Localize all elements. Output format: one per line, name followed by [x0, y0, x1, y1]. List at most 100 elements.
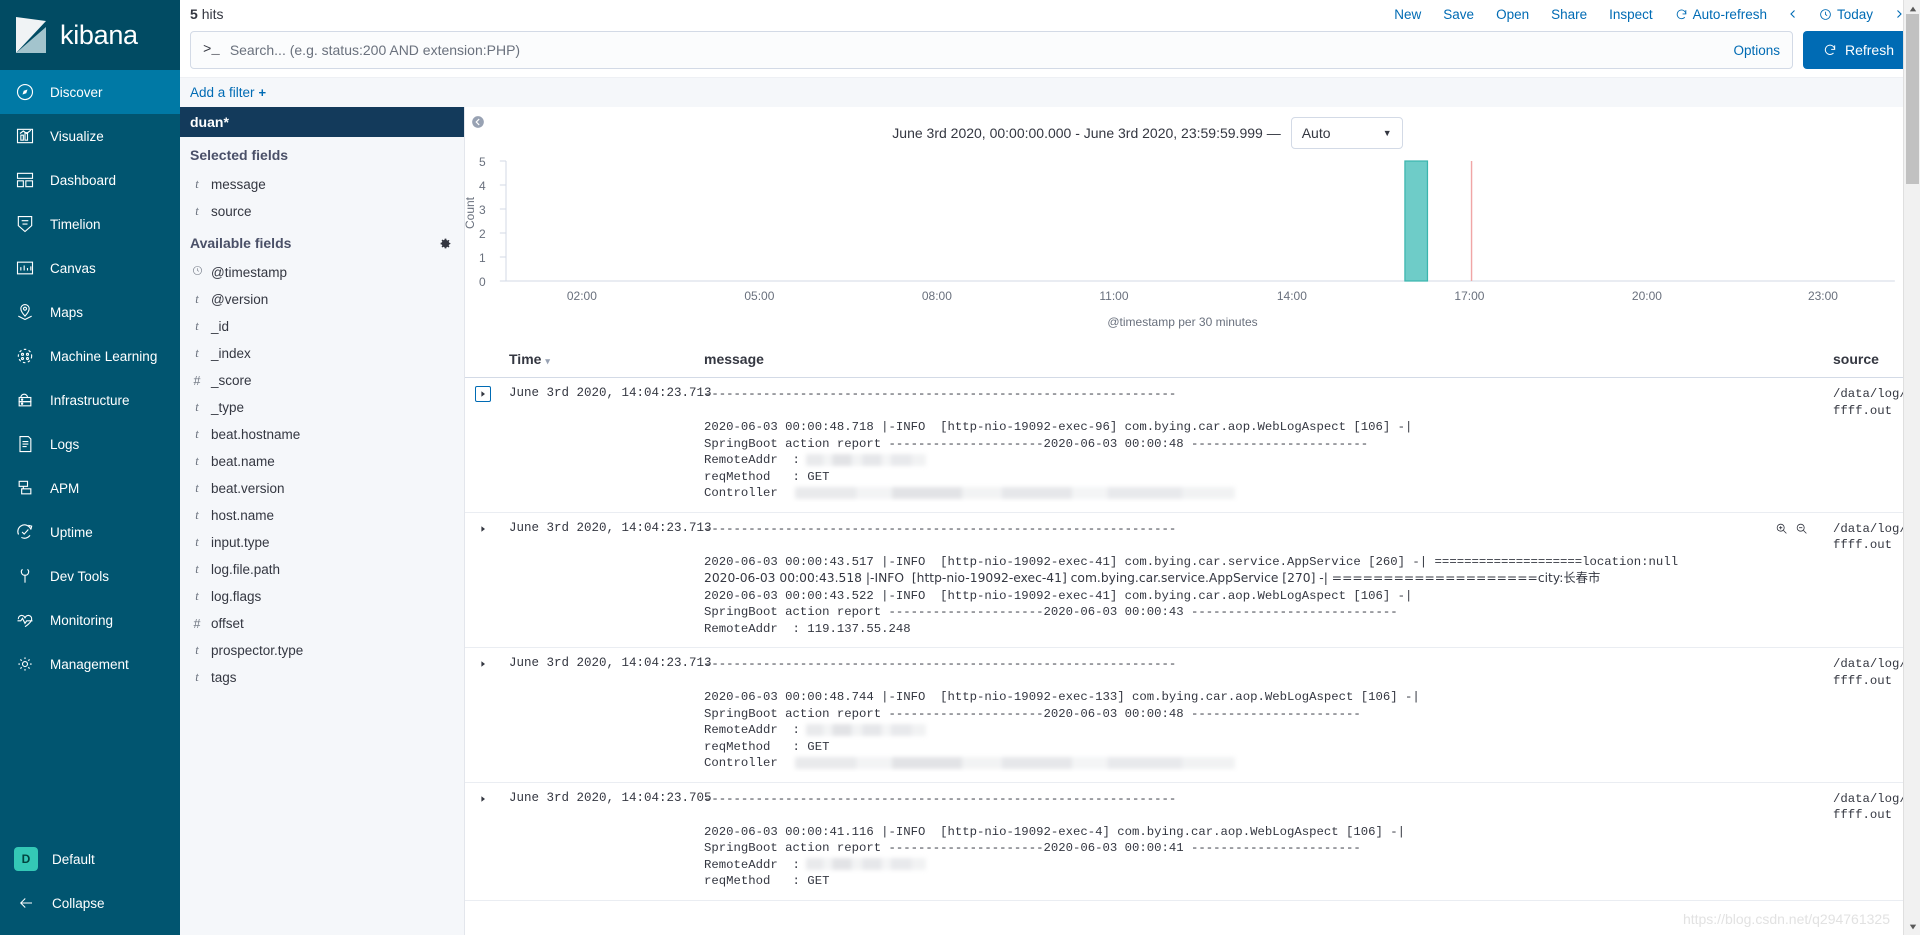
histogram-chart[interactable]: Count 5 4 3 2 1 0 02:00 05:00 08:00 11:0… — [465, 153, 1920, 313]
collapse-button[interactable]: Collapse — [0, 881, 180, 925]
sidebar-item-label: Uptime — [50, 524, 93, 540]
sidebar-item-label: Logs — [50, 436, 80, 452]
field-item-type[interactable]: t _type — [180, 394, 464, 421]
table-row[interactable]: June 3rd 2020, 14:04:23.705 ------------… — [465, 782, 1920, 901]
sidebar-item-infrastructure[interactable]: Infrastructure — [0, 378, 180, 422]
table-row[interactable]: June 3rd 2020, 14:04:23.713 ------------… — [465, 377, 1920, 513]
chevron-down-icon: ▼ — [1382, 128, 1392, 138]
field-item-beat-name[interactable]: t beat.name — [180, 448, 464, 475]
interval-select[interactable]: Auto ▼ — [1290, 117, 1403, 149]
field-item-input-type[interactable]: t input.type — [180, 529, 464, 556]
share-button[interactable]: Share — [1540, 7, 1598, 22]
field-item-log-flags[interactable]: t log.flags — [180, 583, 464, 610]
sidebar-item-management[interactable]: Management — [0, 642, 180, 686]
sort-caret-icon[interactable]: ▾ — [545, 356, 550, 366]
kibana-brand[interactable]: kibana — [0, 0, 180, 70]
chevron-left-circle-icon[interactable] — [471, 115, 485, 132]
auto-refresh-button[interactable]: Auto-refresh — [1664, 7, 1778, 22]
expand-row-button[interactable] — [475, 520, 491, 537]
table-header-row: Time ▾ message source — [465, 345, 1920, 378]
new-button[interactable]: New — [1383, 7, 1432, 22]
sidebar-item-logs[interactable]: Logs — [0, 422, 180, 466]
sidebar-item-maps[interactable]: Maps — [0, 290, 180, 334]
refresh-cycle-icon — [1676, 9, 1686, 19]
histogram-header: June 3rd 2020, 00:00:00.000 - June 3rd 2… — [465, 107, 1920, 153]
search-input[interactable] — [229, 42, 1734, 58]
field-item-tags[interactable]: t tags — [180, 664, 464, 691]
sidebar-item-uptime[interactable]: Uptime — [0, 510, 180, 554]
refresh-button[interactable]: Refresh — [1802, 31, 1914, 69]
gear-icon — [14, 653, 36, 675]
sidebar-item-visualize[interactable]: Visualize — [0, 114, 180, 158]
discover-topbar: 5 hits New Save Open Share Inspect Auto-… — [180, 0, 1920, 28]
field-item-index[interactable]: t _index — [180, 340, 464, 367]
field-settings-gear-icon[interactable] — [439, 237, 452, 250]
space-selector[interactable]: D Default — [0, 837, 180, 881]
save-button[interactable]: Save — [1432, 7, 1485, 22]
scrollbar-thumb[interactable] — [1906, 14, 1919, 184]
sidebar-item-label: Dev Tools — [50, 568, 110, 584]
add-filter-button[interactable]: Add a filter + — [190, 85, 266, 100]
field-item-log-file-path[interactable]: t log.file.path — [180, 556, 464, 583]
row-source-text: /data/log/ffff.out — [1833, 521, 1907, 553]
table-row[interactable]: June 3rd 2020, 14:04:23.713 ------------… — [465, 512, 1920, 648]
time-prev-button[interactable] — [1778, 8, 1808, 20]
redacted-value — [805, 723, 926, 736]
field-item-source[interactable]: t source — [180, 198, 464, 225]
sidebar-item-discover[interactable]: Discover — [0, 70, 180, 114]
sidebar-item-machine-learning[interactable]: Machine Learning — [0, 334, 180, 378]
sidebar-item-monitoring[interactable]: Monitoring — [0, 598, 180, 642]
string-type-icon: t — [195, 177, 199, 191]
string-type-icon: t — [195, 346, 199, 360]
field-item-beat-hostname[interactable]: t beat.hostname — [180, 421, 464, 448]
field-item-offset[interactable]: # offset — [180, 610, 464, 637]
field-item-host-name[interactable]: t host.name — [180, 502, 464, 529]
field-item-id[interactable]: t _id — [180, 313, 464, 340]
expand-row-button[interactable] — [475, 790, 491, 807]
sidebar-item-canvas[interactable]: Canvas — [0, 246, 180, 290]
kibana-app: kibana Discover Visualize Dashboard Time… — [0, 0, 1920, 935]
sidebar-item-timelion[interactable]: Timelion — [0, 202, 180, 246]
options-button[interactable]: Options — [1733, 43, 1780, 58]
field-item-beat-version[interactable]: t beat.version — [180, 475, 464, 502]
field-item-prospector-type[interactable]: t prospector.type — [180, 637, 464, 664]
inspect-button[interactable]: Inspect — [1598, 7, 1664, 22]
field-item-version[interactable]: t @version — [180, 286, 464, 313]
string-type-icon: t — [195, 204, 199, 218]
field-item-timestamp[interactable]: @timestamp — [180, 259, 464, 286]
field-sidebar: duan* Selected fields t message t source — [180, 107, 465, 935]
brand-name: kibana — [60, 19, 138, 50]
sidebar-item-apm[interactable]: APM — [0, 466, 180, 510]
search-bar[interactable]: >_ Options — [190, 31, 1793, 69]
infrastructure-icon — [14, 389, 36, 411]
open-button[interactable]: Open — [1485, 7, 1540, 22]
sidebar-item-dashboard[interactable]: Dashboard — [0, 158, 180, 202]
row-time: June 3rd 2020, 14:04:23.713 — [509, 656, 712, 670]
field-item-message[interactable]: t message — [180, 171, 464, 198]
row-source: /data/log/ffff.out — [1776, 521, 1912, 554]
scroll-down-arrow[interactable] — [1904, 918, 1920, 935]
index-pattern-selector[interactable]: duan* — [180, 107, 464, 137]
time-column-header[interactable]: Time ▾ — [501, 345, 696, 378]
expand-row-button[interactable] — [475, 656, 491, 672]
query-prompt-icon: >_ — [203, 42, 220, 58]
field-label: @version — [211, 292, 269, 307]
time-range-text: June 3rd 2020, 00:00:00.000 - June 3rd 2… — [892, 125, 1281, 141]
documents-table: Time ▾ message source June 3rd 2020, 14:… — [465, 345, 1920, 935]
logs-icon — [14, 433, 36, 455]
expand-row-button[interactable] — [475, 386, 491, 402]
field-item-score[interactable]: # _score — [180, 367, 464, 394]
space-label: Default — [52, 851, 95, 867]
row-time-cell: June 3rd 2020, 14:04:23.705 — [501, 782, 712, 901]
field-label: tags — [211, 670, 237, 685]
row-time-cell: June 3rd 2020, 14:04:23.713 — [501, 647, 712, 783]
available-fields-title: Available fields — [180, 225, 464, 259]
page-scrollbar[interactable] — [1903, 0, 1920, 935]
sidebar-item-dev-tools[interactable]: Dev Tools — [0, 554, 180, 598]
table-row[interactable]: June 3rd 2020, 14:04:23.713 ------------… — [465, 647, 1920, 783]
time-header-label: Time — [509, 351, 542, 367]
message-column-header[interactable]: message — [696, 345, 1825, 378]
row-expand-cell — [465, 377, 501, 513]
time-picker-button[interactable]: Today — [1808, 7, 1884, 22]
string-type-icon: t — [195, 535, 199, 549]
